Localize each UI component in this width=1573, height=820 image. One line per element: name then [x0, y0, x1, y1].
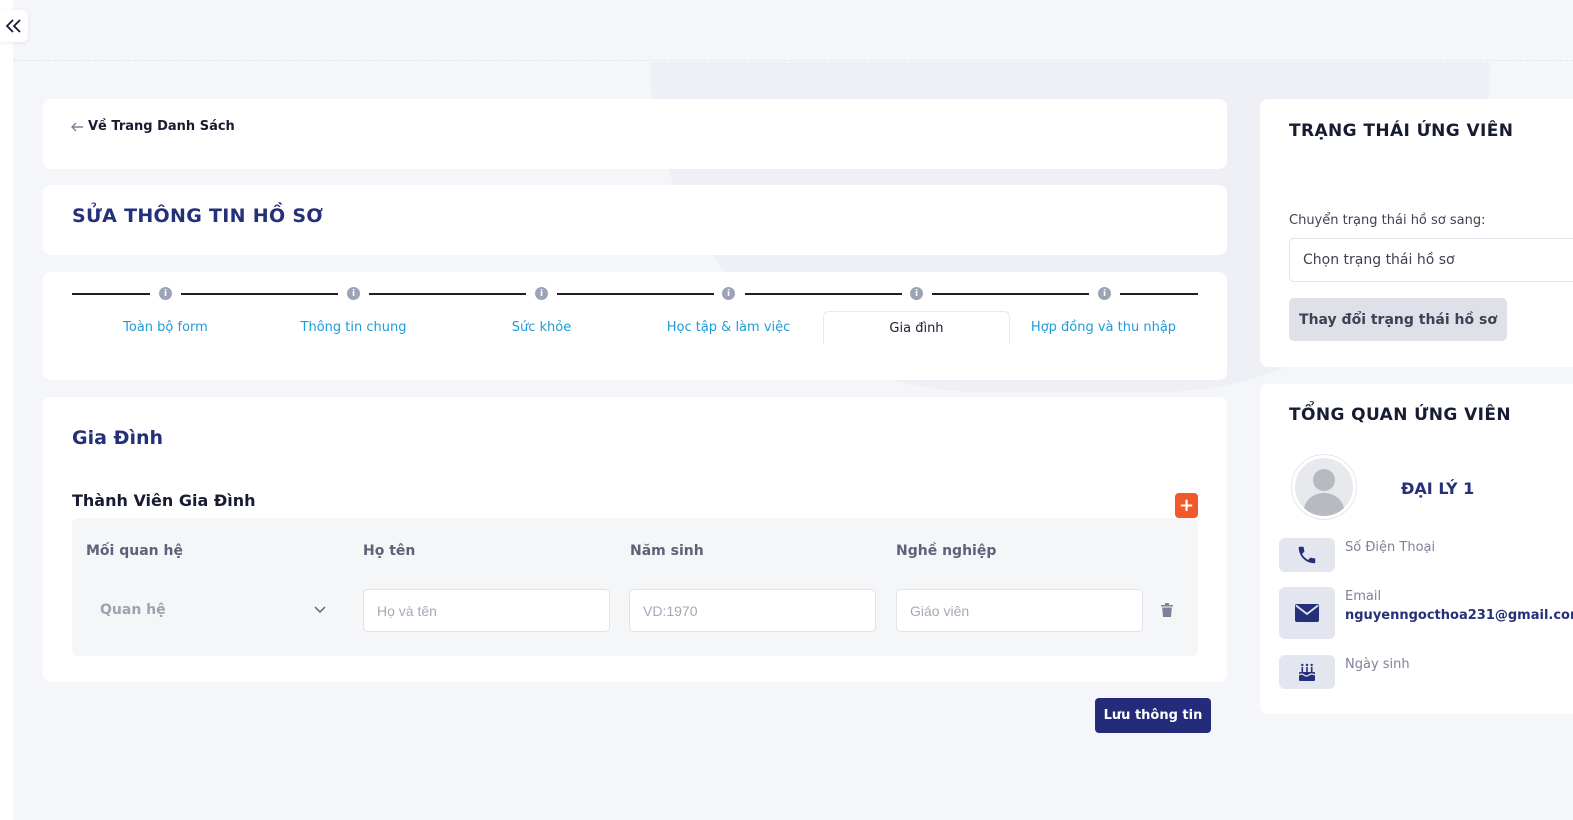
column-header-relation: Mối quan hệ	[86, 543, 183, 559]
left-sidebar-strip	[0, 0, 13, 820]
phone-label: Số Điện Thoại	[1345, 540, 1436, 555]
email-icon-box	[1279, 587, 1335, 639]
save-button[interactable]: Lưu thông tin	[1095, 698, 1211, 733]
family-card: Gia Đình Thành Viên Gia Đình + Mối quan …	[43, 397, 1227, 682]
step-connector	[72, 293, 150, 295]
title-card: SỬA THÔNG TIN HỒ SƠ	[43, 185, 1227, 255]
chevron-down-icon	[314, 606, 326, 614]
step-connector	[557, 293, 714, 295]
info-icon: i	[722, 287, 735, 300]
collapse-sidebar-button[interactable]	[0, 10, 28, 42]
info-icon: i	[159, 287, 172, 300]
trash-icon	[1161, 603, 1173, 617]
step-connector	[745, 293, 902, 295]
column-header-name: Họ tên	[363, 543, 416, 559]
name-field[interactable]	[363, 589, 610, 632]
status-change-label: Chuyển trạng thái hồ sơ sang:	[1289, 213, 1486, 228]
overview-card-title: TỔNG QUAN ỨNG VIÊN	[1289, 405, 1512, 425]
family-members-title: Thành Viên Gia Đình	[72, 491, 256, 510]
info-icon: i	[1098, 287, 1111, 300]
info-icon: i	[347, 287, 360, 300]
back-link-label: Về Trang Danh Sách	[88, 119, 235, 134]
arrow-left-icon	[71, 122, 83, 131]
info-icon: i	[910, 287, 923, 300]
candidate-status-card: TRẠNG THÁI ỨNG VIÊN Chuyển trạng thái hồ…	[1260, 99, 1573, 367]
page-title: SỬA THÔNG TIN HỒ SƠ	[72, 205, 324, 227]
birthday-icon-box	[1279, 655, 1335, 689]
envelope-icon	[1295, 604, 1319, 622]
birthday-label: Ngày sinh	[1345, 657, 1410, 672]
email-label: Email	[1345, 589, 1382, 604]
tab-education-work[interactable]: Học tập & làm việc	[635, 311, 822, 344]
tab-family[interactable]: Gia đình	[823, 311, 1010, 344]
topbar-divider	[13, 60, 1573, 61]
tab-full-form[interactable]: Toàn bộ form	[72, 311, 259, 344]
tab-contract-income[interactable]: Hợp đồng và thu nhập	[1010, 311, 1197, 344]
email-value: nguyenngocthoa231@gmail.com	[1345, 608, 1573, 623]
birthday-cake-icon	[1298, 663, 1316, 681]
user-placeholder-icon	[1303, 469, 1345, 516]
double-chevron-left-icon	[6, 19, 21, 33]
phone-icon	[1298, 546, 1316, 564]
candidate-overview-card: TỔNG QUAN ỨNG VIÊN ĐẠI LÝ 1 Số Điện Thoạ…	[1260, 384, 1573, 714]
info-icon: i	[535, 287, 548, 300]
status-card-title: TRẠNG THÁI ỨNG VIÊN	[1289, 121, 1514, 141]
avatar	[1292, 455, 1356, 519]
tab-health[interactable]: Sức khỏe	[448, 311, 635, 344]
step-connector	[1120, 293, 1198, 295]
delete-row-button[interactable]	[1161, 602, 1173, 621]
steps-card: i i i i i i Toàn bộ form Thông tin chung…	[43, 272, 1227, 380]
status-select[interactable]: Chọn trạng thái hồ sơ	[1289, 238, 1573, 282]
column-header-birth-year: Năm sinh	[630, 543, 704, 559]
step-connector	[181, 293, 338, 295]
back-card: Về Trang Danh Sách	[43, 99, 1227, 169]
add-member-button[interactable]: +	[1175, 493, 1198, 518]
relation-select-placeholder: Quan hệ	[100, 602, 166, 618]
change-status-button[interactable]: Thay đổi trạng thái hồ sơ	[1289, 298, 1507, 341]
section-title: Gia Đình	[72, 427, 164, 449]
step-connector	[369, 293, 526, 295]
agent-name: ĐẠI LÝ 1	[1401, 479, 1475, 498]
column-header-occupation: Nghề nghiệp	[896, 543, 997, 559]
birth-year-field[interactable]	[629, 589, 876, 632]
phone-icon-box	[1279, 538, 1335, 572]
tab-general-info[interactable]: Thông tin chung	[260, 311, 447, 344]
relation-select[interactable]: Quan hệ	[88, 589, 338, 631]
occupation-field[interactable]	[896, 589, 1143, 632]
family-members-table: Mối quan hệ Họ tên Năm sinh Nghề nghiệp …	[72, 518, 1198, 656]
back-to-list-link[interactable]: Về Trang Danh Sách	[71, 119, 235, 134]
step-connector	[932, 293, 1089, 295]
